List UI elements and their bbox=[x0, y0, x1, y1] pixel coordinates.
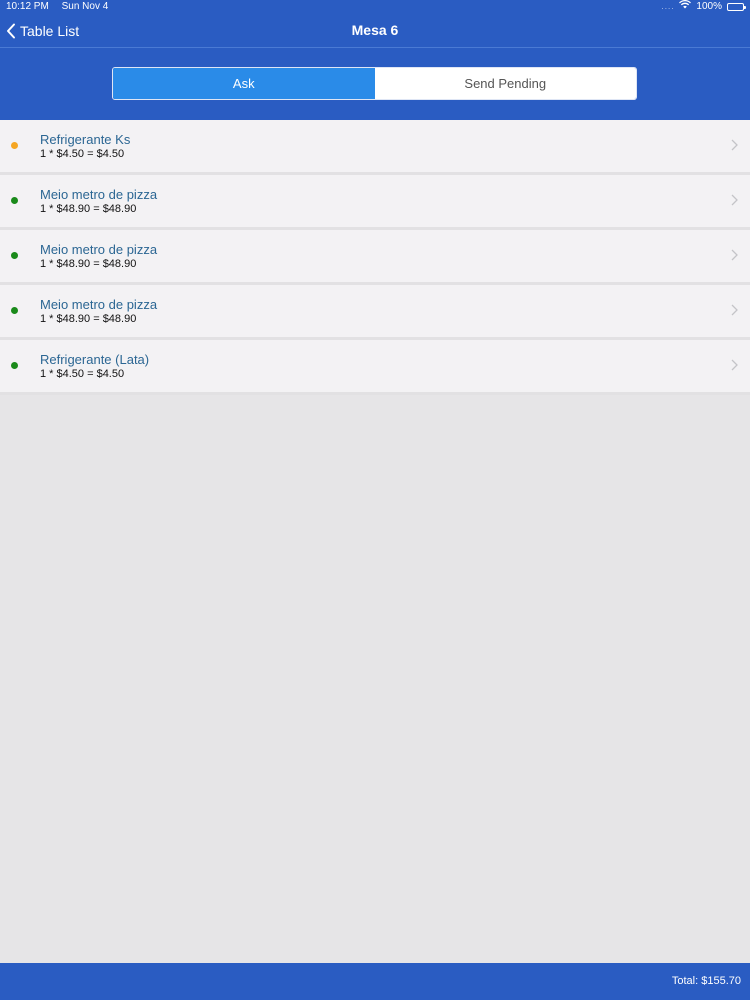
item-name: Refrigerante (Lata) bbox=[40, 352, 150, 367]
status-dot bbox=[11, 362, 18, 369]
chevron-right-icon bbox=[731, 249, 738, 261]
order-row[interactable]: Meio metro de pizza 1 * $48.90 = $48.90 bbox=[0, 175, 750, 230]
chevron-right-icon bbox=[731, 139, 738, 151]
order-list: Refrigerante Ks 1 * $4.50 = $4.50 Meio m… bbox=[0, 120, 750, 395]
segment-area: Ask Send Pending bbox=[0, 48, 750, 120]
order-row[interactable]: Refrigerante Ks 1 * $4.50 = $4.50 bbox=[0, 120, 750, 175]
tab-send-pending[interactable]: Send Pending bbox=[374, 68, 636, 99]
item-name: Meio metro de pizza bbox=[40, 187, 158, 202]
status-bar-right: .... 100% bbox=[661, 0, 746, 14]
item-name: Meio metro de pizza bbox=[40, 297, 158, 312]
item-price-calc: 1 * $4.50 = $4.50 bbox=[40, 148, 125, 160]
status-dot bbox=[11, 197, 18, 204]
status-date: Sun Nov 4 bbox=[61, 1, 109, 12]
back-button[interactable]: Table List bbox=[6, 14, 79, 47]
navigation-bar: Table List Mesa 6 bbox=[0, 14, 750, 48]
chevron-right-icon bbox=[731, 194, 738, 206]
signal-icon: .... bbox=[661, 2, 675, 11]
status-dot bbox=[11, 142, 18, 149]
page-title: Mesa 6 bbox=[351, 22, 399, 38]
chevron-right-icon bbox=[731, 304, 738, 316]
chevron-left-icon bbox=[7, 23, 15, 38]
item-name: Meio metro de pizza bbox=[40, 242, 158, 257]
order-row[interactable]: Meio metro de pizza 1 * $48.90 = $48.90 bbox=[0, 285, 750, 340]
battery-percent: 100% bbox=[696, 1, 722, 12]
item-price-calc: 1 * $4.50 = $4.50 bbox=[40, 368, 125, 380]
footer-bar: Total: $155.70 bbox=[0, 963, 750, 1000]
item-price-calc: 1 * $48.90 = $48.90 bbox=[40, 203, 137, 215]
battery-icon bbox=[727, 3, 746, 11]
status-time: 10:12 PM bbox=[6, 1, 49, 12]
segmented-control: Ask Send Pending bbox=[112, 67, 637, 100]
order-row[interactable]: Refrigerante (Lata) 1 * $4.50 = $4.50 bbox=[0, 340, 750, 395]
chevron-right-icon bbox=[731, 359, 738, 371]
item-price-calc: 1 * $48.90 = $48.90 bbox=[40, 258, 137, 270]
item-name: Refrigerante Ks bbox=[40, 132, 131, 147]
status-bar: 10:12 PM Sun Nov 4 .... 100% bbox=[0, 0, 750, 14]
status-dot bbox=[11, 307, 18, 314]
item-price-calc: 1 * $48.90 = $48.90 bbox=[40, 313, 137, 325]
back-button-label: Table List bbox=[20, 22, 80, 39]
order-total: Total: $155.70 bbox=[671, 975, 741, 987]
status-bar-left: 10:12 PM Sun Nov 4 bbox=[6, 0, 118, 14]
tab-ask[interactable]: Ask bbox=[113, 68, 375, 99]
wifi-icon bbox=[679, 0, 692, 14]
status-dot bbox=[11, 252, 18, 259]
order-row[interactable]: Meio metro de pizza 1 * $48.90 = $48.90 bbox=[0, 230, 750, 285]
